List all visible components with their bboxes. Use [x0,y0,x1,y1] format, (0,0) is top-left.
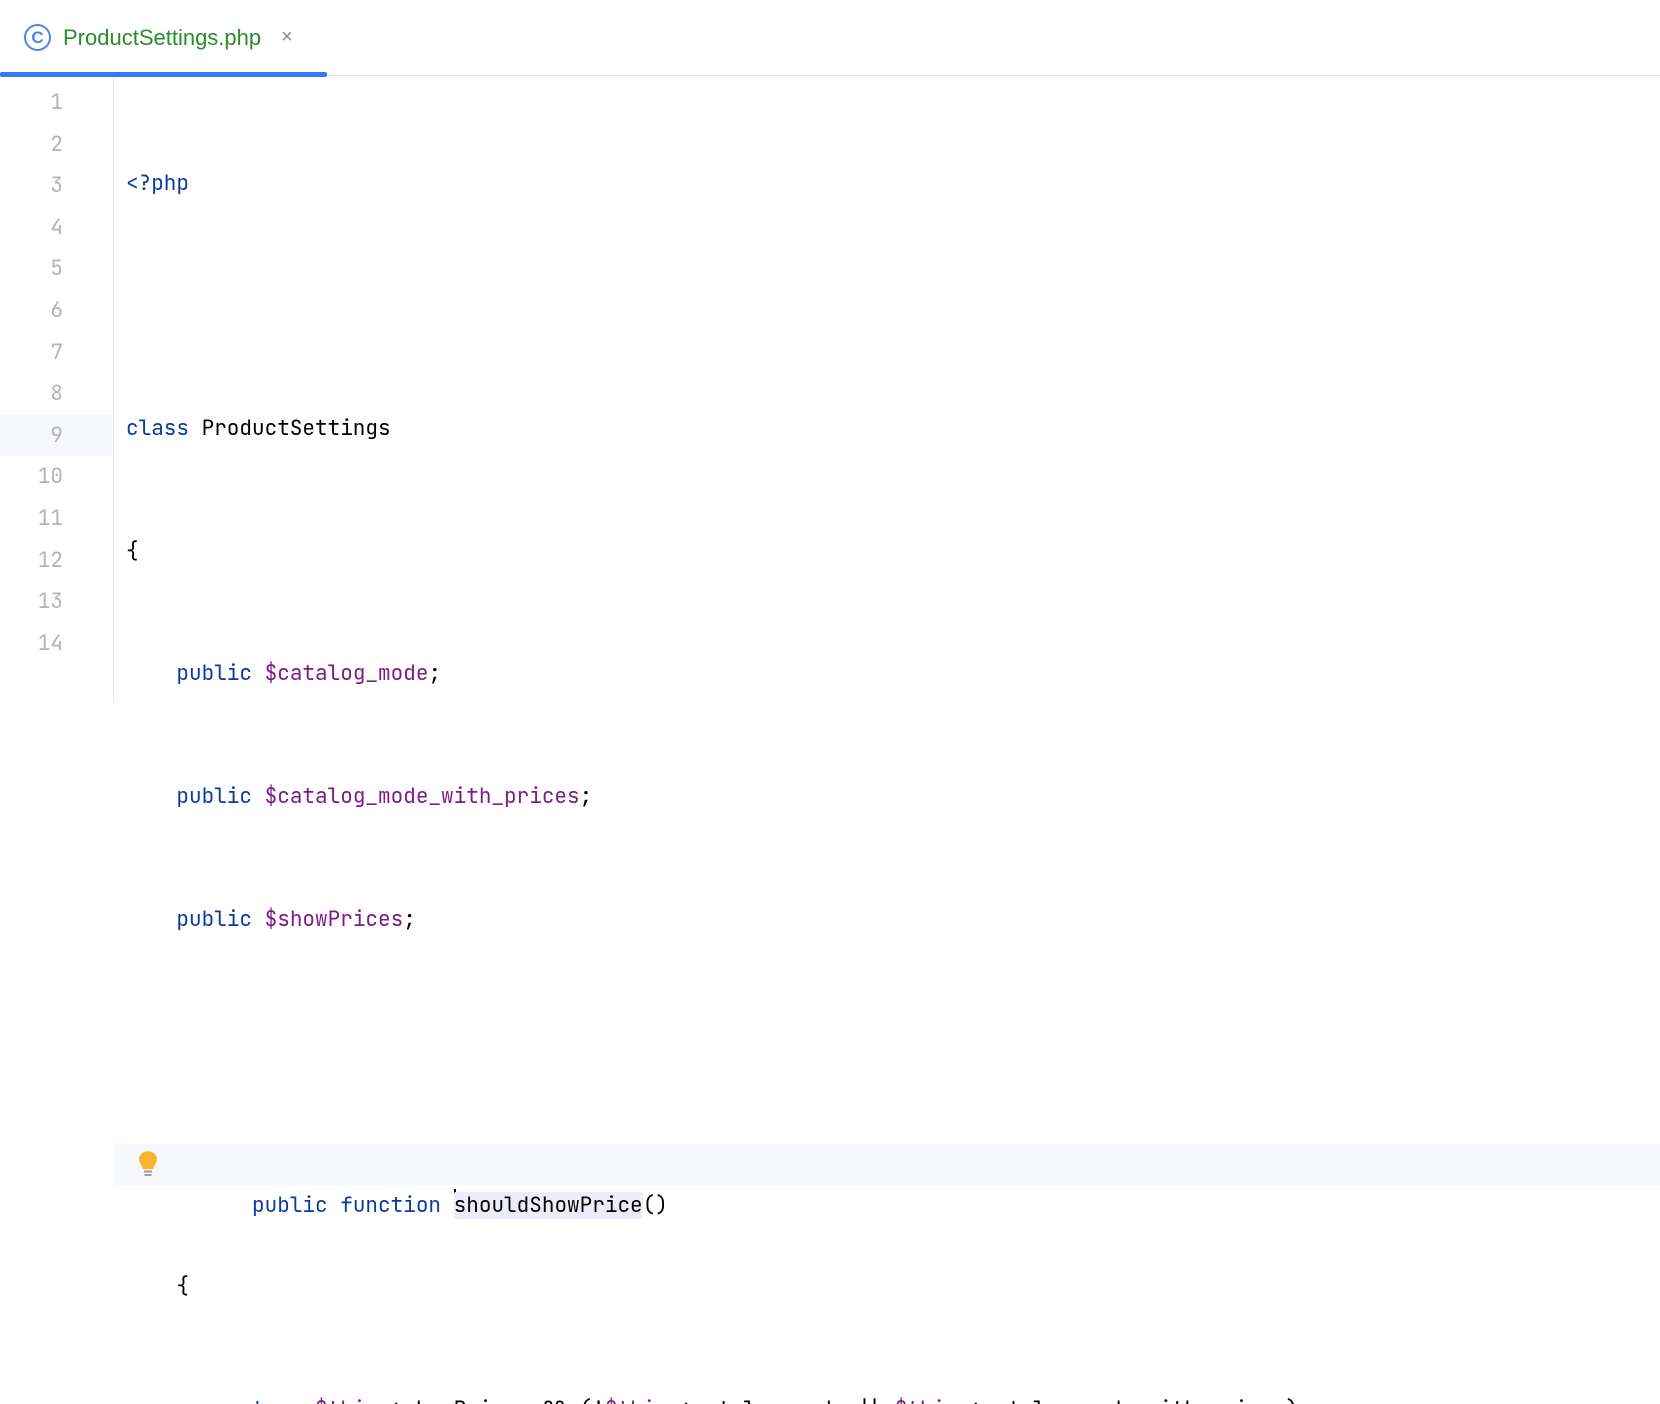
token-op: && [542,1396,567,1404]
token-prop: showPrices [403,1396,529,1404]
token-brace: { [126,538,139,565]
line-number: 7 [0,332,113,374]
token-semicolon: ; [428,660,441,687]
tab-product-settings[interactable]: C ProductSettings.php × [0,0,317,75]
line-number: 2 [0,124,113,166]
line-number: 1 [0,82,113,124]
line-number: 5 [0,248,113,290]
token-arrow: -> [958,1396,983,1404]
close-icon[interactable]: × [281,26,293,49]
code-line[interactable] [114,286,1660,328]
line-number: 13 [0,581,113,623]
token-semicolon: ; [580,783,593,810]
token-keyword: class [126,415,189,442]
code-line[interactable]: public $showPrices; [114,899,1660,941]
line-number: 3 [0,165,113,207]
code-line[interactable]: public function shouldShowPrice() [114,1144,1660,1186]
token-keyword: public [176,906,252,933]
code-line[interactable]: { [114,1266,1660,1308]
token-class-name: ProductSettings [202,415,391,442]
token-semicolon: ; [403,906,416,933]
line-number: 14 [0,623,113,665]
line-number: 4 [0,207,113,249]
token-keyword: function [340,1192,441,1219]
token-prop: catalog_mode [693,1396,844,1404]
token-op: ! [592,1396,605,1404]
token-paren: ) [1285,1396,1298,1404]
token-semicolon: ; [1298,1396,1311,1404]
token-brace: { [176,1273,189,1300]
token-function-name: shouldShowPrice [454,1192,643,1219]
token-arrow: -> [378,1396,403,1404]
gutter: 1 2 3 4 5 6 7 8 9 10 11 12 13 14 [0,76,114,702]
line-number: 8 [0,373,113,415]
token-paren: () [643,1192,668,1219]
intention-bulb-icon[interactable] [137,1151,159,1179]
token-paren: ( [580,1396,593,1404]
code-line[interactable]: <?php [114,163,1660,205]
code-line[interactable]: return $this->showPrices && (!$this->cat… [114,1389,1660,1404]
code-line[interactable]: { [114,531,1660,573]
token-keyword: public [176,783,252,810]
token-keyword: public [252,1192,328,1219]
line-number: 10 [0,456,113,498]
code-line[interactable]: class ProductSettings [114,408,1660,450]
token-keyword: public [176,660,252,687]
line-number: 9 [0,415,113,457]
editor: 1 2 3 4 5 6 7 8 9 10 11 12 13 14 <?php c… [0,76,1660,702]
code-area[interactable]: <?php class ProductSettings { public $ca… [114,76,1660,702]
token-this: $this [895,1396,958,1404]
token-this: $this [315,1396,378,1404]
code-line[interactable] [114,1021,1660,1063]
token-prop: catalog_mode_with_prices [983,1396,1285,1404]
code-line[interactable]: public $catalog_mode_with_prices; [114,776,1660,818]
tab-label: ProductSettings.php [63,25,261,51]
line-number: 12 [0,540,113,582]
line-number: 11 [0,498,113,540]
code-line[interactable]: public $catalog_mode; [114,653,1660,695]
token-keyword: return [227,1396,303,1404]
tab-bar: C ProductSettings.php × [0,0,1660,76]
token-variable: $catalog_mode_with_prices [265,783,580,810]
token-arrow: -> [668,1396,693,1404]
token-php-open: <?php [126,170,189,197]
token-op: || [857,1396,882,1404]
class-file-icon: C [24,24,51,51]
line-number: 6 [0,290,113,332]
token-variable: $catalog_mode [265,660,429,687]
token-variable: $showPrices [265,906,404,933]
token-this: $this [605,1396,668,1404]
